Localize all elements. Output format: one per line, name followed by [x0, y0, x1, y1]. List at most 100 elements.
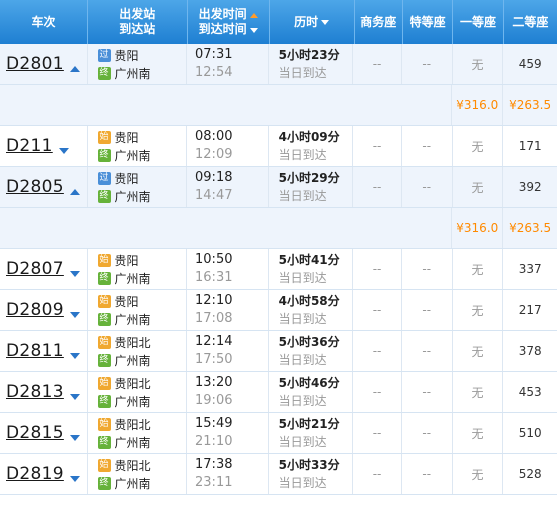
train-number-link[interactable]: D2813: [6, 382, 64, 402]
expand-stops-icon[interactable]: [69, 353, 80, 359]
duration-value: 5小时23分: [278, 48, 340, 62]
sort-down-icon[interactable]: [321, 19, 330, 25]
train-number-link[interactable]: D2815: [6, 423, 64, 443]
col-station[interactable]: 出发站 到达站: [88, 0, 188, 44]
special-seat: --: [402, 372, 453, 412]
from-station-badge-icon: 始: [97, 294, 111, 308]
departure-time: 08:00: [195, 129, 233, 144]
train-cell: D2811: [0, 331, 88, 371]
to-station-name[interactable]: 广州南: [115, 352, 151, 369]
second-class-seat: 453: [518, 385, 542, 399]
to-station: 终广州南: [97, 187, 151, 205]
col-from-station-label: 出发站: [119, 7, 156, 21]
special-seat: --: [402, 44, 453, 84]
col-train-label: 车次: [31, 14, 56, 29]
price-row: ¥316.0 ¥263.5: [0, 208, 557, 249]
train-number-link[interactable]: D2811: [6, 341, 64, 361]
col-dep-time-label: 出发时间: [198, 7, 247, 21]
time-cell: 15:49 21:10: [187, 413, 269, 453]
first-class-price: ¥316.0: [452, 208, 504, 248]
col-special-label: 特等座: [409, 14, 446, 29]
train-number-link[interactable]: D2819: [6, 464, 64, 484]
to-station-name[interactable]: 广州南: [115, 434, 151, 451]
duration-cell: 4小时58分 当日到达: [269, 290, 354, 330]
col-time[interactable]: 出发时间 到达时间: [188, 0, 270, 44]
train-number-link[interactable]: D2807: [6, 259, 64, 279]
arrival-time: 12:54: [195, 65, 233, 80]
from-station-name[interactable]: 贵阳北: [115, 416, 151, 433]
station-cell: 始贵阳北 终广州南: [88, 413, 188, 453]
train-number-link[interactable]: D2805: [6, 177, 64, 197]
first-class-seat: 无: [453, 249, 504, 289]
from-station: 始贵阳北: [97, 333, 151, 351]
station-cell: 始贵阳 终广州南: [88, 290, 188, 330]
to-station-badge-icon: 终: [97, 271, 111, 285]
expand-stops-icon[interactable]: [69, 394, 80, 400]
station-cell: 始贵阳北 终广州南: [88, 331, 188, 371]
from-station-name[interactable]: 贵阳北: [115, 457, 151, 474]
from-station-name[interactable]: 贵阳: [115, 293, 139, 310]
table-row: D211 始贵阳 终广州南 08:00 12:09 4小时09分 当日到达 --…: [0, 126, 557, 167]
col-to-station-label: 到达站: [119, 22, 156, 36]
expand-stops-icon[interactable]: [69, 312, 80, 318]
from-station-name[interactable]: 贵阳: [115, 47, 139, 64]
to-station: 终广州南: [97, 392, 151, 410]
departure-time: 13:20: [195, 375, 233, 390]
col-duration[interactable]: 历时: [270, 0, 355, 44]
from-station-name[interactable]: 贵阳北: [115, 334, 151, 351]
sort-arr-time[interactable]: 到达时间: [199, 22, 258, 37]
to-station-badge-icon: 终: [97, 189, 111, 203]
price-row-spacer: [0, 85, 453, 125]
arrival-time: 12:09: [195, 147, 233, 162]
sort-down-icon[interactable]: [249, 28, 258, 33]
to-station-name[interactable]: 广州南: [115, 65, 151, 82]
from-station-name[interactable]: 贵阳北: [115, 375, 151, 392]
to-station: 终广州南: [97, 146, 151, 164]
duration-value: 5小时36分: [278, 335, 340, 349]
to-station-name[interactable]: 广州南: [115, 188, 151, 205]
to-station-name[interactable]: 广州南: [115, 311, 151, 328]
to-station-name[interactable]: 广州南: [115, 270, 151, 287]
arrival-time: 16:31: [195, 270, 233, 285]
from-station-name[interactable]: 贵阳: [115, 170, 139, 187]
first-class-seat: 无: [453, 167, 504, 207]
table-row: D2801 过贵阳 终广州南 07:31 12:54 5小时23分 当日到达 -…: [0, 44, 557, 85]
expand-stops-icon[interactable]: [69, 189, 80, 195]
first-class-seat: 无: [453, 126, 504, 166]
table-body: D2801 过贵阳 终广州南 07:31 12:54 5小时23分 当日到达 -…: [0, 44, 557, 495]
train-number-link[interactable]: D211: [6, 136, 53, 156]
from-station-name[interactable]: 贵阳: [115, 129, 139, 146]
col-first: 一等座: [453, 0, 504, 44]
train-cell: D2805: [0, 167, 88, 207]
time-cell: 13:20 19:06: [187, 372, 269, 412]
sort-dep-time[interactable]: 出发时间: [199, 7, 258, 22]
from-station-badge-icon: 过: [97, 48, 111, 62]
duration-value: 5小时21分: [278, 417, 340, 431]
expand-stops-icon[interactable]: [58, 148, 69, 154]
special-seat: --: [402, 413, 453, 453]
train-number-link[interactable]: D2809: [6, 300, 64, 320]
time-cell: 08:00 12:09: [187, 126, 269, 166]
expand-stops-icon[interactable]: [69, 66, 80, 72]
expand-stops-icon[interactable]: [69, 271, 80, 277]
to-station: 终广州南: [97, 64, 151, 82]
col-train[interactable]: 车次: [0, 0, 88, 44]
business-seat: --: [353, 167, 402, 207]
to-station-name[interactable]: 广州南: [115, 475, 151, 492]
to-station-name[interactable]: 广州南: [115, 147, 151, 164]
special-seat: --: [402, 290, 453, 330]
expand-stops-icon[interactable]: [69, 435, 80, 441]
from-station-badge-icon: 始: [97, 130, 111, 144]
expand-stops-icon[interactable]: [69, 476, 80, 482]
table-row: D2809 始贵阳 终广州南 12:10 17:08 4小时58分 当日到达 -…: [0, 290, 557, 331]
from-station-name[interactable]: 贵阳: [115, 252, 139, 269]
special-seat: --: [402, 249, 453, 289]
to-station: 终广州南: [97, 351, 151, 369]
duration-cell: 5小时23分 当日到达: [269, 44, 354, 84]
to-station-name[interactable]: 广州南: [115, 393, 151, 410]
train-number-link[interactable]: D2801: [6, 54, 64, 74]
col-business-label: 商务座: [360, 14, 397, 29]
to-station-badge-icon: 终: [97, 476, 111, 490]
sort-up-icon[interactable]: [249, 13, 258, 18]
col-duration-label: 历时: [294, 14, 319, 29]
